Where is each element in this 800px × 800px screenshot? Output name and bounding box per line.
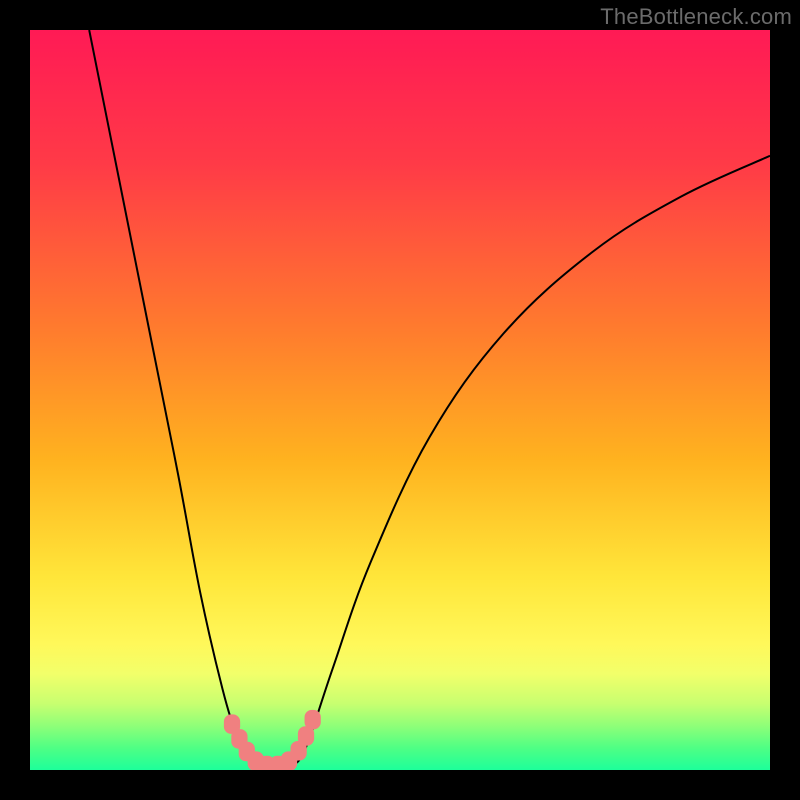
gradient-background (30, 30, 770, 770)
bottleneck-chart (30, 30, 770, 770)
chart-frame (30, 30, 770, 770)
data-marker (305, 710, 321, 730)
watermark-text: TheBottleneck.com (600, 4, 792, 30)
